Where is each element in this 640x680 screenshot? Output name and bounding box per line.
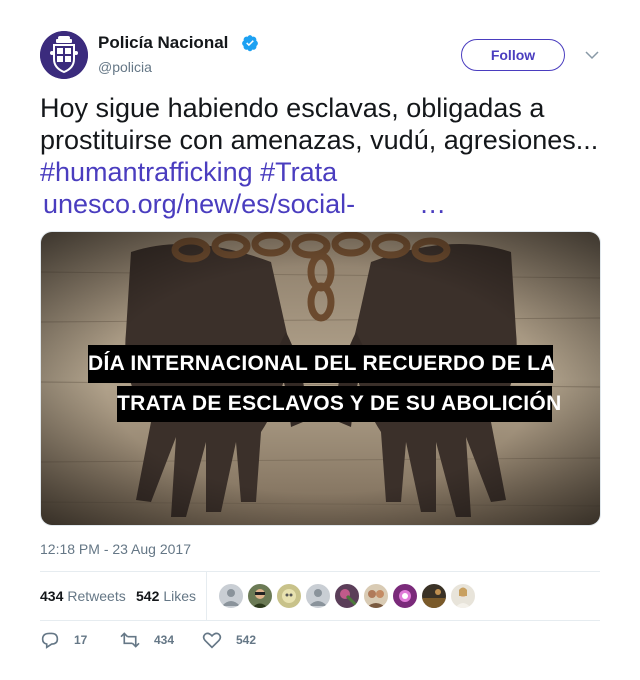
liker-avatar[interactable] (305, 583, 331, 609)
liker-avatar[interactable] (218, 583, 244, 609)
retweets-label: Retweets (67, 588, 126, 604)
flower-avatar-icon (340, 589, 359, 608)
author-name[interactable]: Policía Nacional (98, 33, 228, 53)
reply-count: 17 (74, 633, 88, 647)
link-ellipsis: … (419, 189, 447, 219)
like-count: 542 (236, 633, 257, 647)
tweet-actions: 17 434 542 (40, 630, 600, 650)
hashtag-humantrafficking[interactable]: #humantrafficking (40, 157, 253, 187)
hashtag-trata[interactable]: #Trata (260, 157, 337, 187)
tweet-link[interactable]: unesco.org/new/es/social- (43, 189, 355, 219)
media-caption-line2: TRATA DE ESCLAVOS Y DE SU ABOLICIÓN (117, 386, 561, 422)
glow-avatar-icon (399, 590, 411, 602)
cartoon-avatar-icon (282, 589, 296, 603)
media-caption-line1: DÍA INTERNACIONAL DEL RECUERDO DE LA (88, 345, 555, 383)
person-avatar-icon (455, 587, 471, 608)
liker-avatar[interactable] (276, 583, 302, 609)
likes-stat[interactable]: 542 Likes (136, 588, 196, 604)
stats-divider (206, 572, 207, 620)
default-avatar-icon (222, 589, 240, 606)
police-crest-icon (40, 31, 88, 79)
avatar[interactable] (40, 31, 88, 79)
tweet-body: Hoy sigue habiendo esclavas, obligadas a… (40, 93, 599, 155)
engagement-stats: 434 Retweets 542 Likes (40, 571, 600, 621)
liker-avatar[interactable] (450, 583, 476, 609)
liker-avatar[interactable] (334, 583, 360, 609)
retweets-stat[interactable]: 434 Retweets (40, 588, 126, 604)
person-avatar-icon (252, 589, 268, 608)
retweet-count: 434 (154, 633, 175, 647)
landscape-avatar-icon (422, 589, 446, 608)
tweet-text: Hoy sigue habiendo esclavas, obligadas a… (40, 92, 600, 220)
people-avatar-icon (366, 590, 386, 608)
liker-avatar[interactable] (363, 583, 389, 609)
heart-icon (202, 632, 222, 649)
likes-count: 542 (136, 588, 160, 604)
likes-label: Likes (163, 588, 197, 604)
reply-icon (41, 632, 59, 649)
retweets-count: 434 (40, 588, 64, 604)
verified-badge-icon (242, 35, 258, 52)
liker-avatar[interactable] (247, 583, 273, 609)
retweet-icon (120, 632, 140, 648)
follow-button[interactable]: Follow (461, 39, 565, 71)
default-avatar-icon (309, 589, 327, 606)
retweet-button[interactable]: 434 (120, 630, 174, 650)
liker-avatar[interactable] (392, 583, 418, 609)
reply-button[interactable]: 17 (40, 630, 87, 650)
author-handle[interactable]: @policia (98, 59, 152, 75)
like-button[interactable]: 542 (202, 630, 256, 650)
tweet: Policía Nacional @policia Follow Hoy sig… (0, 0, 640, 680)
chevron-down-icon[interactable] (584, 47, 600, 63)
tweet-timestamp[interactable]: 12:18 PM - 23 Aug 2017 (40, 541, 191, 557)
liker-avatar[interactable] (421, 583, 447, 609)
